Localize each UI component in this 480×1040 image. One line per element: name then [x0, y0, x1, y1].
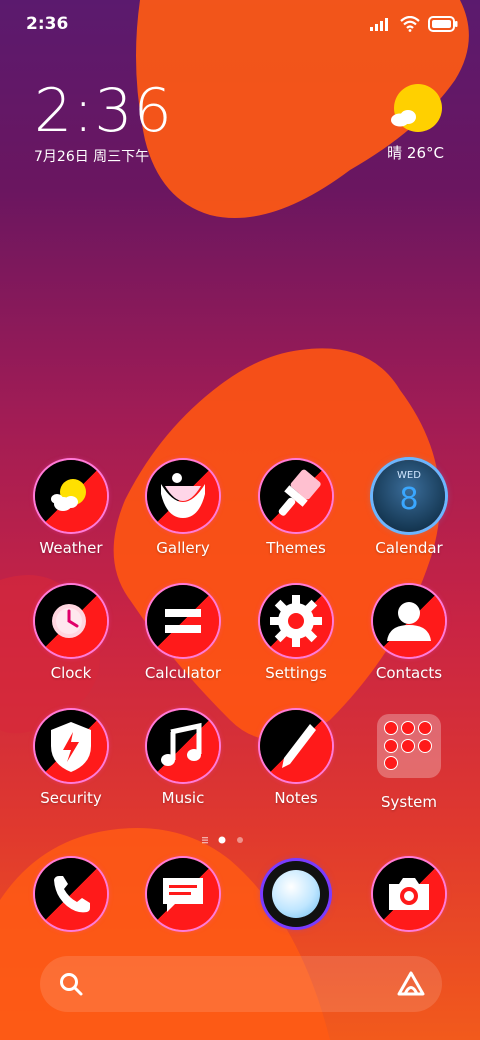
app-contacts[interactable]: Contacts: [354, 585, 464, 682]
security-icon: [35, 710, 107, 782]
wifi-icon: [400, 16, 420, 32]
gallery-icon: [147, 460, 219, 532]
clock-widget[interactable]: 2:36 7月26日 周三下午: [34, 78, 173, 166]
calculator-icon: [147, 585, 219, 657]
calendar-day: 8: [399, 482, 419, 517]
app-system-folder[interactable]: System: [354, 710, 464, 811]
status-icons: [370, 14, 458, 34]
app-notes[interactable]: Notes: [241, 710, 351, 807]
app-themes[interactable]: Themes: [241, 460, 351, 557]
search-bar[interactable]: [40, 956, 442, 1012]
widget-date: 7月26日 周三下午: [34, 149, 150, 165]
themes-icon: [260, 460, 332, 532]
app-security[interactable]: Security: [16, 710, 126, 807]
dock-camera[interactable]: [354, 858, 464, 930]
widget-time: 2:36: [34, 76, 173, 146]
notes-icon: [260, 710, 332, 782]
browser-icon: [263, 861, 329, 927]
contacts-icon: [373, 585, 445, 657]
status-bar: 2:36: [0, 0, 480, 48]
battery-icon: [428, 16, 458, 32]
signal-icon: [370, 18, 388, 31]
dock-browser[interactable]: [241, 858, 351, 933]
music-icon: [147, 710, 219, 782]
settings-icon: [260, 585, 332, 657]
page-dots: [202, 836, 243, 844]
app-label: Contacts: [375, 664, 443, 682]
clock-icon: [35, 585, 107, 657]
app-clock[interactable]: Clock: [16, 585, 126, 682]
camera-icon: [373, 858, 445, 930]
search-icon: [60, 973, 83, 996]
app-label: Notes: [274, 789, 318, 807]
app-music[interactable]: Music: [128, 710, 238, 807]
phone-icon: [35, 858, 107, 930]
app-label: Calculator: [144, 664, 222, 682]
app-calculator[interactable]: Calculator: [128, 585, 238, 682]
app-label: System: [381, 793, 437, 811]
calendar-icon: WED 8: [373, 460, 445, 532]
page-indicator[interactable]: [200, 830, 250, 844]
app-label: Security: [40, 789, 102, 807]
weather-icon: [35, 460, 107, 532]
messages-icon: [147, 858, 219, 930]
app-calendar[interactable]: WED 8 Calendar: [354, 460, 464, 557]
dock-phone[interactable]: [16, 858, 126, 930]
status-time: 2:36: [26, 14, 69, 34]
weather-text: 晴 26°C: [387, 144, 444, 162]
app-label: Music: [161, 789, 205, 807]
app-label: Calendar: [375, 539, 443, 557]
dock-messages[interactable]: [128, 858, 238, 930]
sunny-cloud-icon: [391, 84, 442, 132]
app-label: Settings: [265, 664, 327, 682]
calendar-weekday: WED: [397, 470, 421, 481]
app-gallery[interactable]: Gallery: [128, 460, 238, 557]
app-label: Clock: [50, 664, 92, 682]
app-label: Gallery: [156, 539, 210, 557]
app-label: Weather: [39, 539, 103, 557]
app-label: Themes: [266, 539, 326, 557]
app-weather[interactable]: Weather: [16, 460, 126, 557]
system-folder-icon: [377, 714, 441, 778]
app-settings[interactable]: Settings: [241, 585, 351, 682]
weather-widget[interactable]: 晴 26°C: [364, 82, 444, 163]
voice-assistant-icon[interactable]: [396, 971, 426, 997]
